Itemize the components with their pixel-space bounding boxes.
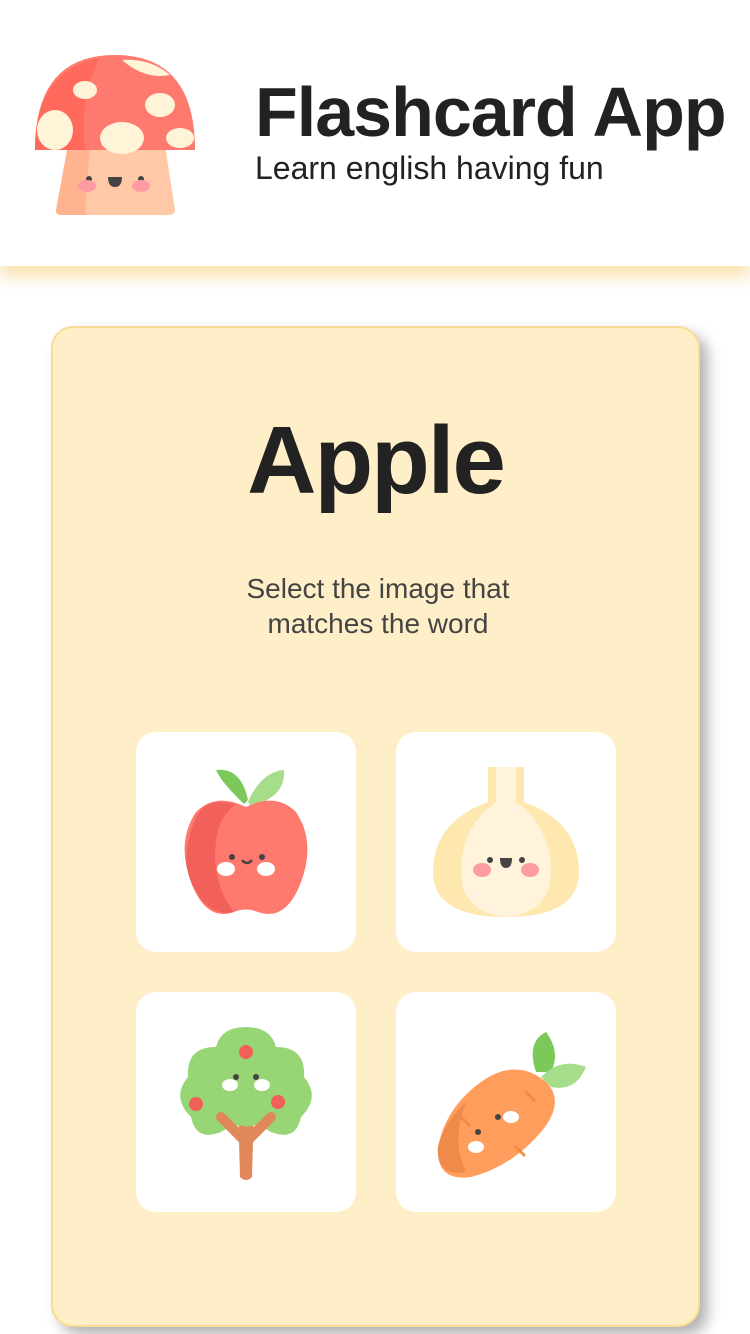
instruction-text: Select the image that matches the word: [246, 573, 510, 639]
tree-icon: [180, 1027, 312, 1180]
option-apple[interactable]: [136, 732, 356, 952]
mushroom-icon: [35, 55, 195, 215]
carrot-icon: [437, 1032, 586, 1178]
option-tree[interactable]: [136, 992, 356, 1212]
flashcard: Apple Select the image that matches the …: [51, 326, 700, 1327]
app-header: Flashcard App Learn english having fun: [0, 0, 750, 266]
apple-icon: [184, 769, 308, 914]
flashcard-word: Apple: [247, 407, 506, 514]
app-subtitle: Learn english having fun: [255, 150, 604, 186]
option-carrot[interactable]: [396, 992, 616, 1212]
app-title: Flashcard App: [255, 73, 727, 151]
option-garlic[interactable]: [396, 732, 616, 952]
garlic-icon: [433, 767, 579, 917]
